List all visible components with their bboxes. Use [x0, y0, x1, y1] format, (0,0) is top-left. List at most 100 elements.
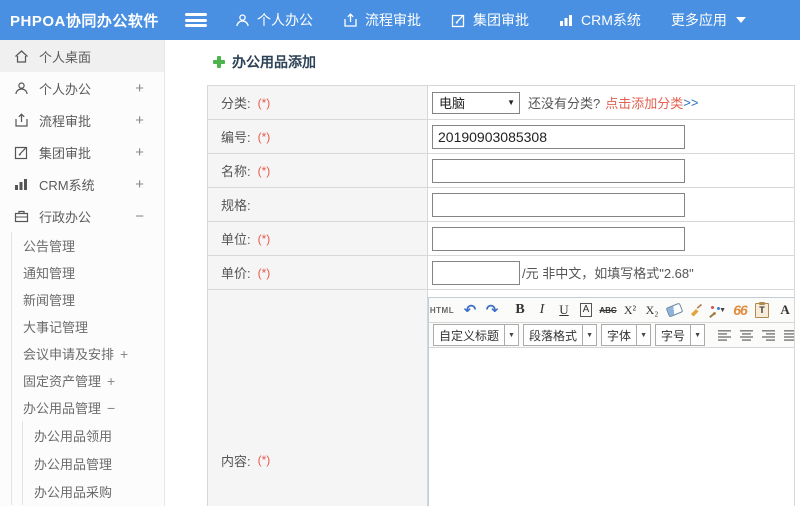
form-row-content: 内容: (*) HTML ↶ ↷ B I U A ABC X² X₂ ▼ 66 … [208, 290, 794, 506]
align-center-icon[interactable] [736, 325, 756, 345]
align-left-icon[interactable] [714, 325, 734, 345]
code-input[interactable] [432, 124, 685, 149]
add-category-link[interactable]: 点击添加分类 [605, 93, 683, 112]
sidebar-item-supplies-manage[interactable]: 办公用品管理 [23, 449, 164, 477]
sidebar-item-crm-system[interactable]: CRM系统 + [0, 168, 164, 200]
sidebar-item-notice-mgmt[interactable]: 通知管理 [12, 259, 164, 286]
paste-as-text-icon[interactable]: T [752, 300, 772, 320]
export-icon [343, 12, 358, 28]
briefcase-icon [13, 208, 30, 225]
top-header: PHPOA协同办公软件 个人办公 流程审批 集团审批 CRM系统 更多应用 [0, 0, 800, 40]
align-right-icon[interactable] [758, 325, 778, 345]
required-mark: (*) [257, 265, 271, 280]
code-label: 编号: [221, 130, 251, 145]
dropdown-arrow-icon: ▼ [690, 325, 704, 345]
nav-workflow-approval[interactable]: 流程审批 [343, 10, 421, 30]
page-title: 办公用品添加 [213, 52, 316, 72]
sidebar-item-news-mgmt[interactable]: 新闻管理 [12, 286, 164, 313]
sidebar-item-announcement-mgmt[interactable]: 公告管理 [12, 232, 164, 259]
form-row-unit: 单位: (*) [208, 222, 794, 256]
sidebar-item-personal-office[interactable]: 个人办公 + [0, 72, 164, 104]
font-color-button[interactable]: A▼ [780, 300, 794, 320]
nav-crm-system[interactable]: CRM系统 [559, 10, 641, 30]
sidebar-item-personal-desktop[interactable]: 个人桌面 [0, 40, 164, 72]
add-category-link-arrows[interactable]: >> [683, 95, 698, 110]
form-row-name: 名称: (*) [208, 154, 794, 188]
expand-icon[interactable]: + [135, 80, 144, 97]
redo-icon[interactable]: ↷ [482, 300, 502, 320]
spec-input[interactable] [432, 192, 685, 217]
italic-button[interactable]: I [532, 300, 552, 320]
category-select[interactable]: 电脑 ▼ [432, 91, 520, 114]
dropdown-arrow-icon: ▼ [504, 325, 518, 345]
editor-toolbar-row1: HTML ↶ ↷ B I U A ABC X² X₂ ▼ 66 T A [429, 298, 794, 323]
format-painter-icon[interactable] [686, 300, 706, 320]
office-supplies-submenu: 办公用品领用 办公用品管理 办公用品采购 [22, 421, 164, 505]
blockquote-button[interactable]: 66 [730, 300, 750, 320]
expand-icon[interactable]: + [135, 112, 144, 129]
sidebar-item-group-approval[interactable]: 集团审批 + [0, 136, 164, 168]
bar-chart-icon [13, 176, 30, 193]
caret-down-icon [735, 17, 746, 23]
paragraph-format-dropdown[interactable]: 段落格式 ▼ [523, 324, 598, 346]
sidebar-item-events-mgmt[interactable]: 大事记管理 [12, 313, 164, 340]
sidebar-item-admin-office[interactable]: 行政办公 − [0, 200, 164, 232]
main-content: 办公用品添加 分类: (*) 电脑 ▼ 还没有分类? 点击添加分类 >> 编号: [165, 40, 800, 506]
strikethrough-button[interactable]: ABC [598, 300, 618, 320]
top-navigation: 个人办公 流程审批 集团审批 CRM系统 更多应用 [235, 10, 746, 30]
font-family-dropdown[interactable]: 字体 ▼ [601, 324, 652, 346]
expand-icon[interactable]: + [107, 373, 115, 389]
dropdown-arrow-icon: ▼ [636, 325, 650, 345]
sidebar-item-fixed-assets-mgmt[interactable]: 固定资产管理 + [12, 367, 164, 394]
bold-button[interactable]: B [510, 300, 530, 320]
sidebar-item-office-supplies-mgmt[interactable]: 办公用品管理 − [12, 394, 164, 421]
justify-icon[interactable] [780, 325, 794, 345]
auto-typeset-icon[interactable]: ▼ [708, 300, 728, 320]
bar-chart-icon [559, 13, 574, 27]
required-mark: (*) [257, 453, 271, 467]
name-label: 名称: [221, 164, 251, 179]
category-hint: 还没有分类? [528, 96, 601, 111]
sidebar-item-supplies-claim[interactable]: 办公用品领用 [23, 421, 164, 449]
required-mark: (*) [257, 231, 271, 246]
required-mark: (*) [257, 95, 271, 110]
form-row-code: 编号: (*) [208, 120, 794, 154]
editor-content-area[interactable] [429, 348, 794, 506]
collapse-icon[interactable]: − [135, 208, 144, 225]
nav-more-apps[interactable]: 更多应用 [671, 10, 746, 30]
price-format-note: /元 非中文，如填写格式"2.68" [522, 266, 694, 281]
required-mark: (*) [257, 163, 271, 178]
html-source-button[interactable]: HTML [430, 300, 454, 320]
user-icon [235, 13, 250, 28]
price-input[interactable] [432, 260, 520, 285]
user-icon [13, 80, 30, 97]
expand-icon[interactable]: + [135, 176, 144, 193]
hamburger-menu-icon[interactable] [185, 13, 207, 27]
sidebar-item-meeting-mgmt[interactable]: 会议申请及安排 + [12, 340, 164, 367]
sidebar-item-workflow-approval[interactable]: 流程审批 + [0, 104, 164, 136]
expand-icon[interactable]: + [120, 346, 128, 362]
undo-icon[interactable]: ↶ [460, 300, 480, 320]
admin-office-submenu: 公告管理 通知管理 新闻管理 大事记管理 会议申请及安排 + 固定资产管理 + 办… [11, 232, 164, 505]
name-input[interactable] [432, 158, 685, 183]
unit-input[interactable] [432, 226, 685, 251]
underline-button[interactable]: U [554, 300, 574, 320]
custom-title-dropdown[interactable]: 自定义标题 ▼ [433, 324, 520, 346]
sidebar: 个人桌面 个人办公 + 流程审批 + 集团审批 + CRM系统 + 行政办公 − [0, 40, 165, 506]
unit-label: 单位: [221, 232, 251, 247]
sidebar-item-supplies-purchase[interactable]: 办公用品采购 [23, 477, 164, 505]
nav-personal-office[interactable]: 个人办公 [235, 10, 313, 30]
form-row-price: 单价: (*) /元 非中文，如填写格式"2.68" [208, 256, 794, 290]
collapse-icon[interactable]: − [107, 400, 115, 416]
form-row-spec: 规格: [208, 188, 794, 222]
nav-group-approval[interactable]: 集团审批 [451, 10, 529, 30]
superscript-button[interactable]: X² [620, 300, 640, 320]
eraser-icon[interactable] [664, 300, 684, 320]
font-border-button[interactable]: A [576, 300, 596, 320]
font-size-dropdown[interactable]: 字号 ▼ [655, 324, 706, 346]
select-arrow-icon: ▼ [507, 98, 515, 107]
price-label: 单价: [221, 266, 251, 281]
subscript-button[interactable]: X₂ [642, 300, 662, 320]
edit-icon [451, 13, 466, 28]
expand-icon[interactable]: + [135, 144, 144, 161]
